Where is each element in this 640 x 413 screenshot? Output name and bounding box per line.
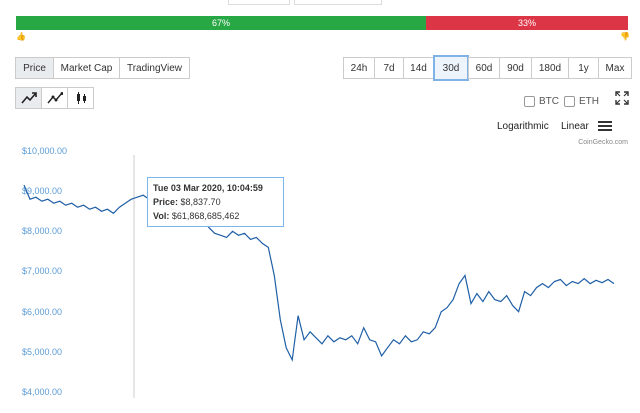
price-chart[interactable] [0, 0, 640, 413]
price-tooltip: Tue 03 Mar 2020, 10:04:59 Price: $8,837.… [147, 177, 284, 227]
tooltip-vol-value: $61,868,685,462 [171, 211, 240, 221]
price-series-line [23, 184, 615, 362]
tooltip-vol-label: Vol: [153, 211, 170, 221]
tooltip-date: Tue 03 Mar 2020, 10:04:59 [153, 183, 263, 193]
tooltip-price-label: Price: [153, 197, 179, 207]
tooltip-price-value: $8,837.70 [180, 197, 221, 207]
